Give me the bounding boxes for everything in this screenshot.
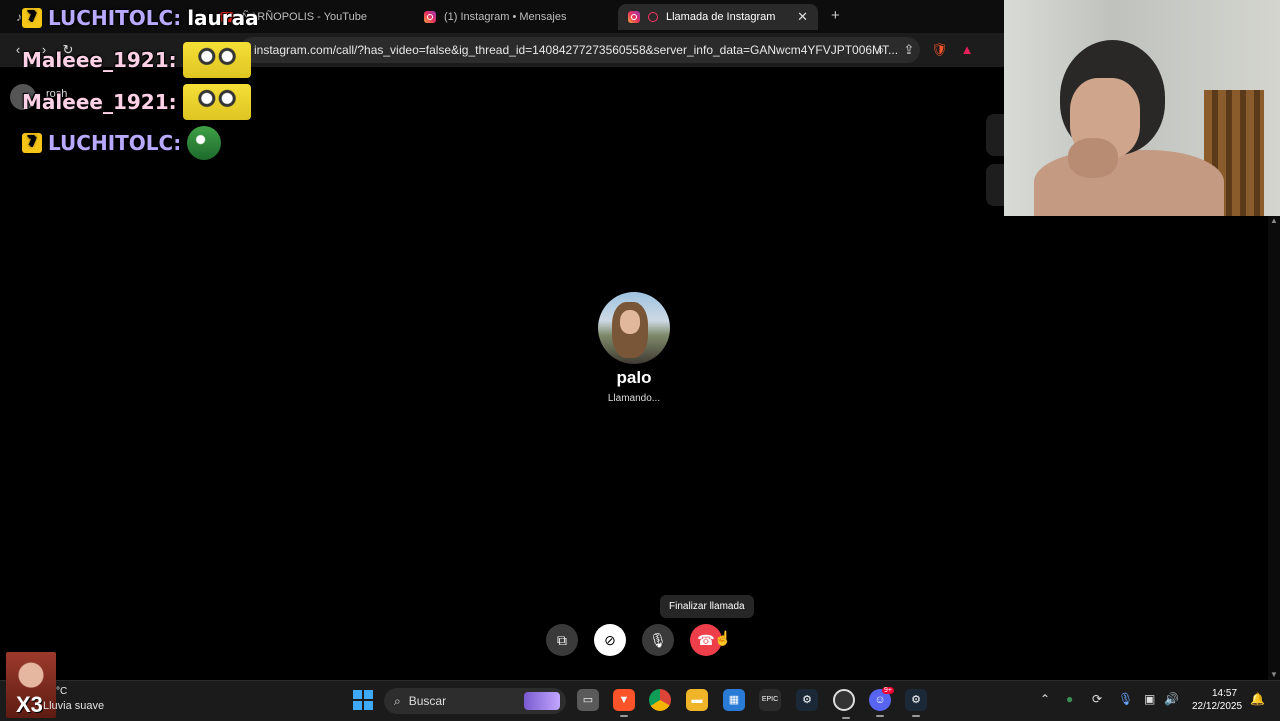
new-tab-button[interactable]: + — [831, 7, 840, 24]
microphone-tray-icon[interactable]: 🎙 — [1118, 692, 1133, 706]
chat-text: lauraa — [187, 6, 259, 30]
sync-icon[interactable]: ⟳ — [1092, 692, 1102, 706]
scroll-down-icon[interactable]: ▼ — [1269, 670, 1279, 679]
chat-message: 7 LUCHITOLC: — [22, 126, 222, 160]
microsoft-store-icon[interactable]: ▦ — [723, 689, 745, 711]
end-call-tooltip: Finalizar llamada — [660, 595, 754, 618]
minion-emote-icon — [182, 84, 251, 120]
chat-message: Maleee_1921: — [22, 84, 251, 120]
scrollbar[interactable] — [1268, 216, 1280, 680]
search-placeholder: Buscar — [408, 694, 447, 708]
steam-icon[interactable]: ⚙ — [905, 689, 927, 717]
clock-time[interactable]: 14:57 — [1212, 688, 1237, 699]
chat-username: LUCHITOLC — [48, 6, 174, 30]
video-toggle-button[interactable]: ⊘ — [594, 624, 626, 656]
callee-avatar — [598, 292, 670, 364]
close-tab-icon[interactable]: ✕ — [797, 9, 808, 25]
chat-username: Maleee_1921 — [22, 48, 169, 72]
microphone-icon: 🎙 — [649, 631, 667, 648]
frog-emote-icon — [187, 126, 222, 160]
mouse-cursor-icon: ☝ — [714, 630, 732, 646]
callee-name: palo — [616, 368, 652, 387]
chat-username: Maleee_1921 — [22, 90, 169, 114]
share-icon[interactable]: ⇪ — [901, 42, 917, 58]
screen-share-button[interactable]: ⧉ — [546, 624, 578, 656]
discord-badge: 9+ — [882, 687, 894, 694]
screen-share-icon: ⧉ — [557, 631, 567, 648]
tab-label: ÑARÑOPOLIS - YouTube — [242, 11, 367, 23]
overlay-mark: X3 — [16, 692, 43, 717]
call-status: Llamando... — [607, 393, 661, 404]
volume-icon[interactable]: 🔊 — [1164, 692, 1179, 706]
tab-instagram-call[interactable]: Llamada de Instagram ✕ — [618, 4, 818, 30]
video-off-icon: ⊘ — [604, 631, 616, 648]
search-icon: ⌕ — [394, 693, 401, 708]
instagram-icon — [424, 11, 436, 23]
taskbar — [0, 680, 1280, 721]
windows-start-icon[interactable] — [352, 689, 374, 711]
taskbar-search[interactable]: ⌕ Buscar — [384, 688, 566, 714]
address-bar[interactable]: instagram.com/call/?has_video=false&ig_t… — [240, 37, 920, 63]
chrome-icon[interactable] — [649, 689, 671, 711]
tab-label: Llamada de Instagram — [666, 11, 776, 23]
epic-games-icon[interactable]: EPIC — [759, 689, 781, 711]
clock-date[interactable]: 22/12/2025 — [1192, 701, 1242, 712]
brave-shields-icon[interactable]: 🛡 — [931, 42, 948, 58]
search-highlight-icon — [524, 692, 560, 710]
instagram-icon — [628, 11, 640, 23]
scroll-up-icon[interactable]: ▲ — [1269, 216, 1279, 225]
network-icon[interactable]: ▣ — [1144, 692, 1155, 706]
chat-username: LUCHITOLC — [48, 131, 174, 155]
tab-label: (1) Instagram • Mensajes — [444, 11, 567, 23]
microphone-button[interactable]: 🎙 — [642, 624, 674, 656]
obs-icon[interactable] — [833, 689, 855, 719]
chat-message: Maleee_1921: — [22, 42, 251, 78]
brave-icon[interactable]: ▼ — [613, 689, 635, 717]
webcam-feed — [1004, 0, 1280, 216]
recording-icon — [648, 12, 658, 22]
minion-emote-icon — [182, 42, 251, 78]
zoom-icon[interactable]: ⌕ — [873, 42, 889, 58]
side-control[interactable] — [986, 114, 1004, 156]
url-text: instagram.com/call/?has_video=false&ig_t… — [254, 43, 899, 57]
tray-app-icon[interactable]: ● — [1066, 692, 1073, 706]
file-explorer-icon[interactable]: ▬ — [686, 689, 708, 711]
steam-icon[interactable]: ⚙ — [796, 689, 818, 711]
chat-badge-icon: 7 — [22, 8, 42, 28]
end-call-icon: ☎ — [697, 631, 715, 648]
side-control[interactable] — [986, 164, 1004, 206]
tab-instagram-messages[interactable]: (1) Instagram • Mensajes — [414, 4, 614, 30]
weather-description[interactable]: Lluvia suave — [43, 700, 104, 712]
weather-temperature[interactable]: °C — [56, 686, 67, 697]
chat-message: 7 LUCHITOLC: lauraa — [22, 6, 259, 30]
show-hidden-icons-icon[interactable]: ⌃ — [1040, 692, 1050, 706]
task-view-icon[interactable]: ▭ — [577, 689, 599, 711]
chat-badge-icon: 7 — [22, 133, 42, 153]
notifications-icon[interactable]: 🔔 — [1250, 692, 1265, 706]
brave-rewards-icon[interactable]: ▲ — [959, 42, 975, 58]
